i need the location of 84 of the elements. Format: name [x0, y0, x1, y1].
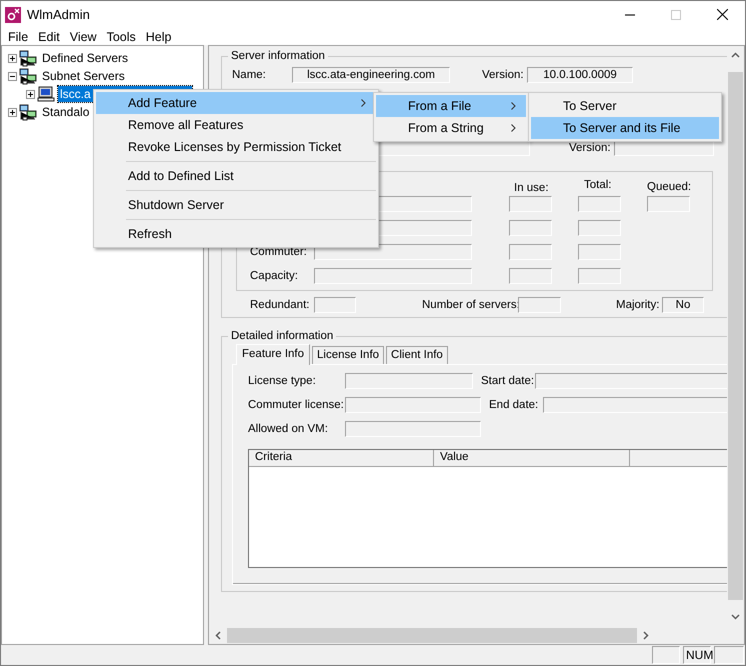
app-icon: [5, 6, 21, 22]
field-label: Name:: [232, 69, 267, 81]
field-label: Commuter:: [250, 246, 307, 258]
in-use-field[interactable]: [509, 244, 552, 260]
expander-icon[interactable]: [26, 90, 35, 98]
chevron-right-icon: [511, 102, 516, 110]
field-label: Start date:: [481, 374, 535, 386]
tree-item[interactable]: Subnet Servers: [40, 68, 127, 84]
scroll-left-icon[interactable]: [215, 631, 221, 640]
menu-item[interactable]: File: [3, 30, 34, 44]
status-pane: NUM: [683, 646, 711, 664]
chevron-right-icon: [361, 99, 366, 107]
field-label: Allowed on VM:: [248, 422, 329, 434]
servers-field[interactable]: [518, 297, 561, 313]
group-title: Detailed information: [230, 330, 334, 342]
tree-item[interactable]: Defined Servers: [40, 50, 130, 66]
in-use-field[interactable]: [509, 220, 552, 236]
end-date-field[interactable]: [543, 396, 729, 412]
redundant-field[interactable]: [314, 297, 356, 313]
menu-item[interactable]: To Server and its File: [531, 117, 719, 139]
total-field[interactable]: [578, 244, 621, 260]
column-label: Total:: [584, 179, 612, 191]
allowed-on-vm-field[interactable]: [345, 420, 481, 436]
expander-icon[interactable]: [8, 108, 17, 116]
field-label: License type:: [248, 374, 317, 386]
field-label: Capacity:: [250, 270, 298, 282]
network-computers-icon: [19, 68, 37, 84]
scrollbar-thumb[interactable]: [227, 628, 637, 643]
in-use-field[interactable]: [509, 196, 552, 212]
menu-item[interactable]: From a File: [376, 95, 526, 117]
group-title: Server information: [230, 50, 326, 62]
field-label: Number of servers:: [422, 299, 518, 311]
license-type-field[interactable]: [345, 372, 473, 388]
scroll-right-icon[interactable]: [643, 631, 649, 640]
total-field[interactable]: [578, 220, 621, 236]
field-label: Commuter license:: [248, 398, 345, 410]
text-field[interactable]: [314, 268, 472, 284]
field-label: Majority:: [616, 299, 660, 311]
menu-item[interactable]: Refresh: [96, 223, 376, 245]
scroll-down-icon[interactable]: [731, 614, 740, 620]
tab[interactable]: Feature Info: [236, 344, 310, 365]
column-label: In use:: [514, 182, 549, 194]
text-field[interactable]: [314, 244, 472, 260]
column-label: Queued:: [647, 181, 692, 193]
field-label: End date:: [489, 398, 540, 410]
menu-item[interactable]: Remove all Features: [96, 114, 376, 136]
computer-icon: [37, 86, 55, 102]
window-title: WlmAdmin: [27, 7, 90, 22]
column-header[interactable]: Value: [434, 450, 630, 466]
field-label: Version:: [482, 69, 525, 81]
version-field[interactable]: 10.0.100.0009: [527, 67, 633, 83]
menu-item[interactable]: Revoke Licenses by Permission Ticket: [96, 136, 376, 158]
expander-icon[interactable]: [8, 54, 17, 62]
majority-field[interactable]: No: [662, 297, 704, 313]
field-label: Redundant:: [250, 299, 310, 311]
menu-item[interactable]: Help: [140, 30, 176, 44]
network-computers-icon: [19, 50, 37, 66]
menu-item[interactable]: To Server: [531, 95, 719, 117]
menu-item[interactable]: Edit: [33, 30, 65, 44]
menu-item[interactable]: Tools: [102, 30, 141, 44]
maximize-icon[interactable]: [671, 10, 681, 20]
commuter-license-field[interactable]: [345, 396, 481, 412]
menu-item[interactable]: View: [64, 30, 102, 44]
queued-field[interactable]: [647, 196, 690, 212]
start-date-field[interactable]: [535, 372, 729, 388]
total-field[interactable]: [578, 196, 621, 212]
menu-item[interactable]: From a String: [376, 117, 526, 139]
chevron-right-icon: [511, 124, 516, 132]
menu-item[interactable]: Add to Defined List: [96, 165, 376, 187]
column-header[interactable]: Criteria: [249, 450, 434, 466]
tab[interactable]: Client Info: [386, 346, 448, 364]
menu-item[interactable]: Add Feature: [96, 92, 376, 114]
total-field[interactable]: [578, 268, 621, 284]
close-icon[interactable]: [717, 9, 728, 20]
expander-icon[interactable]: [8, 72, 17, 80]
network-computers-icon: [19, 104, 37, 120]
tab[interactable]: License Info: [312, 346, 384, 364]
menu-item[interactable]: Shutdown Server: [96, 194, 376, 216]
tree-item[interactable]: Standalo: [40, 104, 92, 120]
in-use-field[interactable]: [509, 268, 552, 284]
name-field[interactable]: lscc.ata-engineering.com: [292, 67, 450, 83]
scroll-up-icon[interactable]: [731, 52, 740, 58]
field-label: Version:: [569, 142, 612, 154]
scrollbar-thumb[interactable]: [728, 72, 743, 600]
